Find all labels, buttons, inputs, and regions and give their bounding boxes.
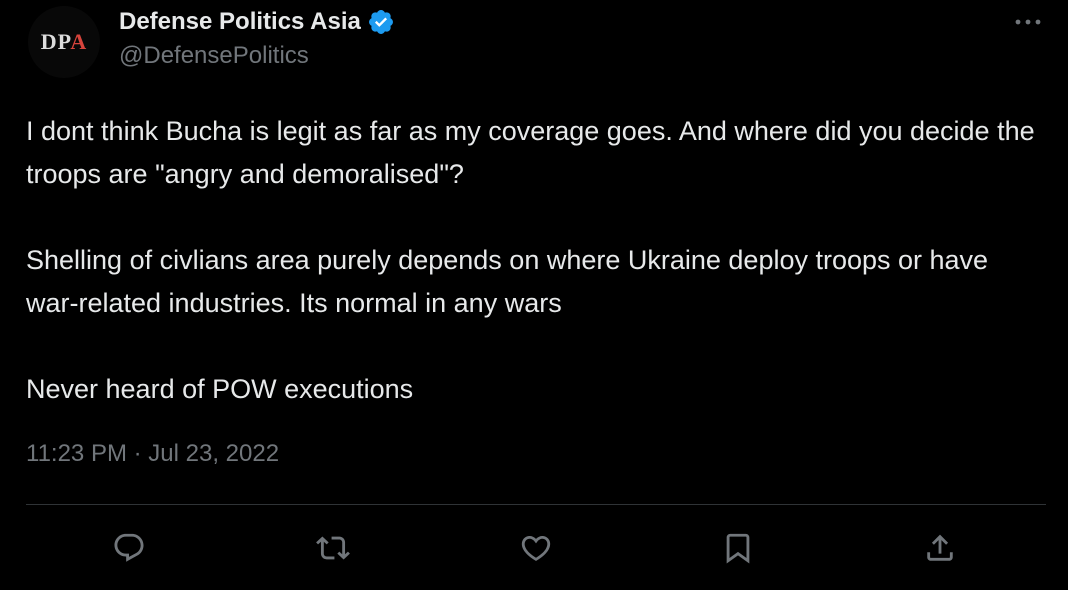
tweet-text: I dont think Bucha is legit as far as my… xyxy=(26,110,1046,411)
tweet: DPA Defense Politics Asia @DefensePoliti… xyxy=(0,0,1068,590)
share-icon xyxy=(927,534,953,561)
action-bar xyxy=(0,524,1068,572)
verified-badge-icon[interactable] xyxy=(367,8,395,36)
more-options-button[interactable] xyxy=(1006,6,1050,38)
author-name-row: Defense Politics Asia xyxy=(119,4,395,40)
avatar[interactable]: DPA xyxy=(28,6,100,78)
tweet-paragraph: Never heard of POW executions xyxy=(26,374,414,404)
author-handle[interactable]: @DefensePolitics xyxy=(119,42,309,70)
heart-icon xyxy=(521,535,551,561)
bookmark-button[interactable] xyxy=(714,524,762,572)
bookmark-icon xyxy=(726,533,750,564)
tweet-paragraph: I dont think Bucha is legit as far as my… xyxy=(26,116,1043,189)
tweet-paragraph: Shelling of civlians area purely depends… xyxy=(26,245,996,318)
author-display-name[interactable]: Defense Politics Asia xyxy=(119,8,361,36)
divider xyxy=(26,504,1046,505)
avatar-logo: DPA xyxy=(40,29,88,54)
share-button[interactable] xyxy=(916,524,964,572)
reply-button[interactable] xyxy=(105,524,153,572)
more-dots-icon xyxy=(1015,19,1041,25)
retweet-icon xyxy=(316,536,350,560)
like-button[interactable] xyxy=(512,524,560,572)
retweet-button[interactable] xyxy=(309,524,357,572)
tweet-timestamp[interactable]: 11:23 PM · Jul 23, 2022 xyxy=(26,440,279,468)
reply-icon xyxy=(114,533,144,562)
